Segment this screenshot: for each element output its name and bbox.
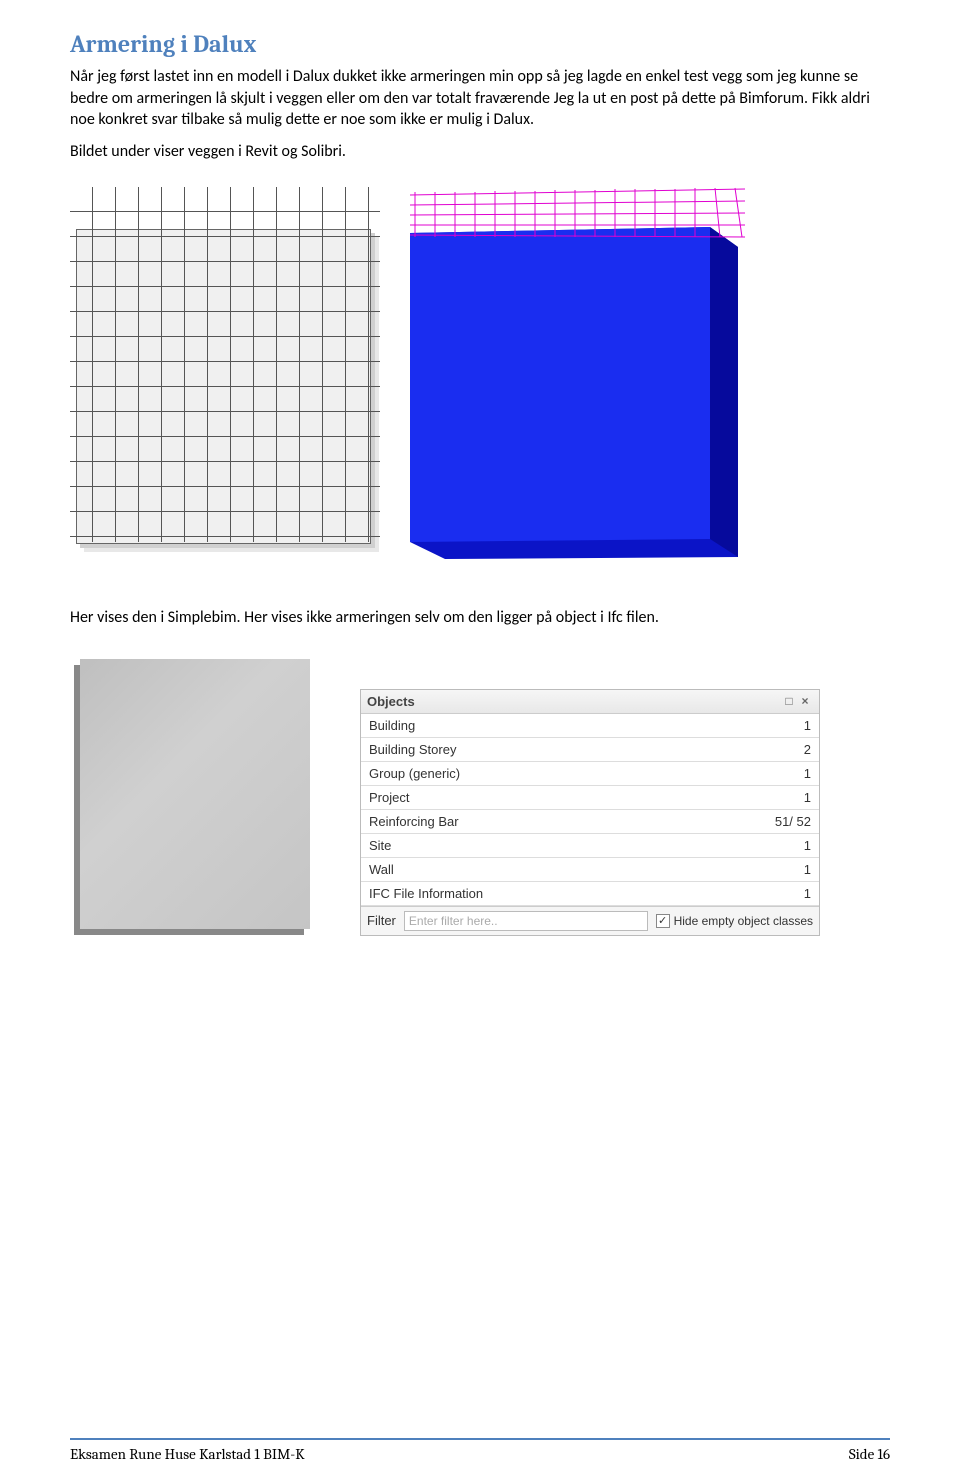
object-name: Project	[361, 785, 749, 809]
close-icon[interactable]: ×	[797, 694, 813, 708]
footer-left: Eksamen Rune Huse Karlstad 1 BIM-K	[70, 1445, 305, 1463]
simplebim-wall-image	[70, 649, 320, 939]
table-row[interactable]: Site1	[361, 833, 819, 857]
table-row[interactable]: Wall1	[361, 857, 819, 881]
revit-rebar-grid	[70, 187, 380, 542]
section-heading: Armering i Dalux	[70, 30, 890, 58]
pop-out-icon[interactable]: □	[781, 694, 797, 708]
image-row-2: Objects □ × Building1 Building Storey2 G…	[70, 649, 890, 939]
object-name: Building	[361, 714, 749, 738]
objects-panel-title: Objects	[367, 694, 781, 709]
check-icon: ✓	[656, 914, 670, 928]
objects-panel: Objects □ × Building1 Building Storey2 G…	[360, 689, 820, 936]
object-count: 1	[749, 857, 819, 881]
table-row[interactable]: Reinforcing Bar51/ 52	[361, 809, 819, 833]
image-row-1	[70, 187, 890, 567]
filter-label: Filter	[367, 913, 396, 928]
object-count: 51/ 52	[749, 809, 819, 833]
object-name: IFC File Information	[361, 881, 749, 905]
table-row[interactable]: Group (generic)1	[361, 761, 819, 785]
paragraph-caption-2: Her vises den i Simplebim. Her vises ikk…	[70, 607, 890, 629]
objects-filter-bar: Filter Enter filter here.. ✓ Hide empty …	[361, 906, 819, 935]
paragraph-intro: Når jeg først lastet inn en modell i Dal…	[70, 66, 890, 131]
hide-empty-checkbox[interactable]: ✓ Hide empty object classes	[656, 914, 813, 928]
object-count: 2	[749, 737, 819, 761]
object-count: 1	[749, 785, 819, 809]
objects-panel-header: Objects □ ×	[361, 690, 819, 714]
paragraph-caption-1: Bildet under viser veggen i Revit og Sol…	[70, 141, 890, 163]
revit-wall-image	[70, 187, 380, 552]
solibri-rebar-top	[410, 187, 745, 242]
footer-right: Side 16	[849, 1445, 890, 1463]
solibri-wall-body	[410, 227, 740, 562]
object-name: Wall	[361, 857, 749, 881]
object-name: Reinforcing Bar	[361, 809, 749, 833]
hide-empty-label: Hide empty object classes	[674, 914, 813, 928]
filter-input[interactable]: Enter filter here..	[404, 911, 648, 931]
table-row[interactable]: Building1	[361, 714, 819, 738]
object-count: 1	[749, 833, 819, 857]
object-name: Site	[361, 833, 749, 857]
object-count: 1	[749, 714, 819, 738]
table-row[interactable]: IFC File Information1	[361, 881, 819, 905]
solibri-wall-image	[410, 187, 745, 567]
table-row[interactable]: Building Storey2	[361, 737, 819, 761]
page-footer: Eksamen Rune Huse Karlstad 1 BIM-K Side …	[70, 1438, 890, 1463]
objects-table: Building1 Building Storey2 Group (generi…	[361, 714, 819, 906]
object-count: 1	[749, 761, 819, 785]
object-count: 1	[749, 881, 819, 905]
simplebim-wall-face	[80, 659, 310, 929]
table-row[interactable]: Project1	[361, 785, 819, 809]
object-name: Building Storey	[361, 737, 749, 761]
object-name: Group (generic)	[361, 761, 749, 785]
